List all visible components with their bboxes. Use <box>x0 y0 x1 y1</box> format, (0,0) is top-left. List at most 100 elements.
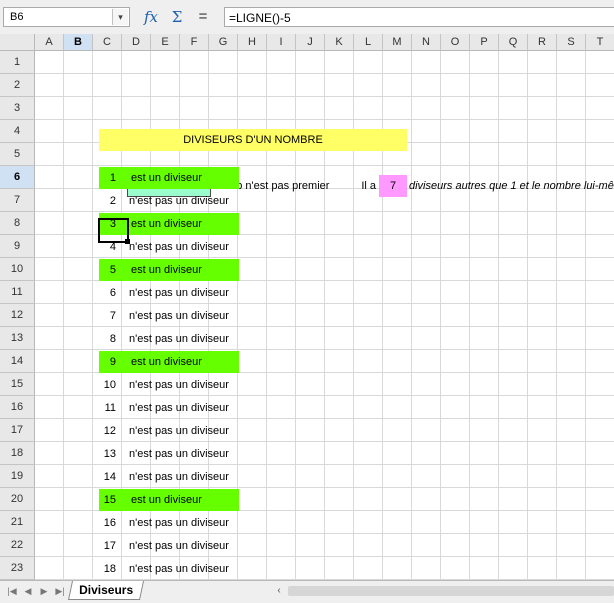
row-header-5[interactable]: 5 <box>0 143 35 166</box>
fill-handle[interactable] <box>125 239 130 244</box>
column-header-c[interactable]: C <box>93 34 122 51</box>
sheet-tab-bar: |◀ ◀ ▶ ▶| Diviseurs ‹ <box>0 580 614 603</box>
number-value-cell[interactable]: 13 <box>99 443 127 465</box>
divisor-count-text[interactable]: diviseurs autres que 1 et le nombre lui-… <box>408 175 614 197</box>
row-header-20[interactable]: 20 <box>0 488 35 511</box>
row-header-22[interactable]: 22 <box>0 534 35 557</box>
il-a-text[interactable]: Il a <box>332 175 378 197</box>
function-wizard-icon[interactable]: 𝑓x <box>140 8 162 26</box>
divisor-status-cell[interactable]: est un diviseur <box>127 259 239 281</box>
row-header-16[interactable]: 16 <box>0 396 35 419</box>
divisor-status-cell[interactable]: n'est pas un diviseur <box>127 420 239 442</box>
divisor-status-cell[interactable]: n'est pas un diviseur <box>127 512 239 534</box>
row-header-10[interactable]: 10 <box>0 258 35 281</box>
row-header-18[interactable]: 18 <box>0 442 35 465</box>
number-value-cell[interactable]: 9 <box>99 351 127 373</box>
divisor-status-cell[interactable]: est un diviseur <box>127 489 239 511</box>
column-header-l[interactable]: L <box>354 34 383 51</box>
select-all-corner[interactable] <box>0 34 35 51</box>
first-sheet-icon[interactable]: |◀ <box>6 585 18 597</box>
row-header-13[interactable]: 13 <box>0 327 35 350</box>
column-header-k[interactable]: K <box>325 34 354 51</box>
number-value-cell[interactable]: 2 <box>99 190 127 212</box>
row-header-8[interactable]: 8 <box>0 212 35 235</box>
row-header-3[interactable]: 3 <box>0 97 35 120</box>
row-header-17[interactable]: 17 <box>0 419 35 442</box>
column-header-f[interactable]: F <box>180 34 209 51</box>
number-value-cell[interactable]: 15 <box>99 489 127 511</box>
next-sheet-icon[interactable]: ▶ <box>38 585 50 597</box>
row-header-6[interactable]: 6 <box>0 166 35 189</box>
divisor-status-cell[interactable]: est un diviseur <box>127 351 239 373</box>
column-header-s[interactable]: S <box>557 34 586 51</box>
sheet-tab-diviseurs[interactable]: Diviseurs <box>67 581 145 600</box>
row-header-4[interactable]: 4 <box>0 120 35 143</box>
column-header-a[interactable]: A <box>35 34 64 51</box>
column-header-r[interactable]: R <box>528 34 557 51</box>
row-header-11[interactable]: 11 <box>0 281 35 304</box>
divisor-status-cell[interactable]: n'est pas un diviseur <box>127 236 239 258</box>
column-header-d[interactable]: D <box>122 34 151 51</box>
column-header-t[interactable]: T <box>586 34 614 51</box>
last-sheet-icon[interactable]: ▶| <box>54 585 66 597</box>
row-header-14[interactable]: 14 <box>0 350 35 373</box>
column-header-n[interactable]: N <box>412 34 441 51</box>
column-header-o[interactable]: O <box>441 34 470 51</box>
number-value-cell[interactable]: 14 <box>99 466 127 488</box>
column-header-q[interactable]: Q <box>499 34 528 51</box>
divisor-count-cell[interactable]: 7 <box>379 175 407 197</box>
row-header-9[interactable]: 9 <box>0 235 35 258</box>
divisor-status-cell[interactable]: n'est pas un diviseur <box>127 374 239 396</box>
equals-icon[interactable]: = <box>192 8 214 26</box>
column-header-b[interactable]: B <box>64 34 93 51</box>
column-header-e[interactable]: E <box>151 34 180 51</box>
number-value-cell[interactable]: 1 <box>99 167 127 189</box>
divisor-status-cell[interactable]: n'est pas un diviseur <box>127 558 239 580</box>
divisor-status-cell[interactable]: est un diviseur <box>127 213 239 235</box>
row-header-2[interactable]: 2 <box>0 74 35 97</box>
scroll-left-icon[interactable]: ‹ <box>272 584 286 598</box>
row-header-7[interactable]: 7 <box>0 189 35 212</box>
number-value-cell[interactable]: 10 <box>99 374 127 396</box>
divisor-status-cell[interactable]: n'est pas un diviseur <box>127 305 239 327</box>
number-value-cell[interactable]: 7 <box>99 305 127 327</box>
number-value-cell[interactable]: 16 <box>99 512 127 534</box>
column-header-g[interactable]: G <box>209 34 238 51</box>
prev-sheet-icon[interactable]: ◀ <box>22 585 34 597</box>
row-header-12[interactable]: 12 <box>0 304 35 327</box>
title-cell[interactable]: DIVISEURS D'UN NOMBRE <box>99 129 407 151</box>
cell-area[interactable]: DIVISEURS D'UN NOMBRE 225 Ce nb n'est pa… <box>35 51 614 580</box>
column-header-h[interactable]: H <box>238 34 267 51</box>
divisor-status-cell[interactable]: n'est pas un diviseur <box>127 328 239 350</box>
column-header-p[interactable]: P <box>470 34 499 51</box>
column-header-i[interactable]: I <box>267 34 296 51</box>
number-value-cell[interactable]: 6 <box>99 282 127 304</box>
scrollbar-thumb[interactable] <box>288 586 614 596</box>
row-header-15[interactable]: 15 <box>0 373 35 396</box>
column-header-j[interactable]: J <box>296 34 325 51</box>
number-value-cell[interactable]: 8 <box>99 328 127 350</box>
sum-icon[interactable]: Σ <box>166 8 188 26</box>
divisor-status-cell[interactable]: n'est pas un diviseur <box>127 466 239 488</box>
row-header-1[interactable]: 1 <box>0 51 35 74</box>
divisor-status-cell[interactable]: est un diviseur <box>127 167 239 189</box>
horizontal-scrollbar[interactable]: ‹ <box>272 584 614 598</box>
name-box-value: B6 <box>10 11 24 23</box>
row-header-21[interactable]: 21 <box>0 511 35 534</box>
divisor-status-cell[interactable]: n'est pas un diviseur <box>127 282 239 304</box>
divisor-status-cell[interactable]: n'est pas un diviseur <box>127 443 239 465</box>
formula-input[interactable]: =LIGNE()-5 <box>224 7 614 27</box>
dropdown-icon[interactable]: ▾ <box>112 9 128 25</box>
divisor-status-cell[interactable]: n'est pas un diviseur <box>127 190 239 212</box>
number-value-cell[interactable]: 12 <box>99 420 127 442</box>
row-header-23[interactable]: 23 <box>0 557 35 580</box>
divisor-status-cell[interactable]: n'est pas un diviseur <box>127 535 239 557</box>
divisor-status-cell[interactable]: n'est pas un diviseur <box>127 397 239 419</box>
row-header-19[interactable]: 19 <box>0 465 35 488</box>
column-header-m[interactable]: M <box>383 34 412 51</box>
number-value-cell[interactable]: 18 <box>99 558 127 580</box>
number-value-cell[interactable]: 17 <box>99 535 127 557</box>
number-value-cell[interactable]: 5 <box>99 259 127 281</box>
name-box[interactable]: B6 ▾ <box>3 7 130 27</box>
number-value-cell[interactable]: 11 <box>99 397 127 419</box>
